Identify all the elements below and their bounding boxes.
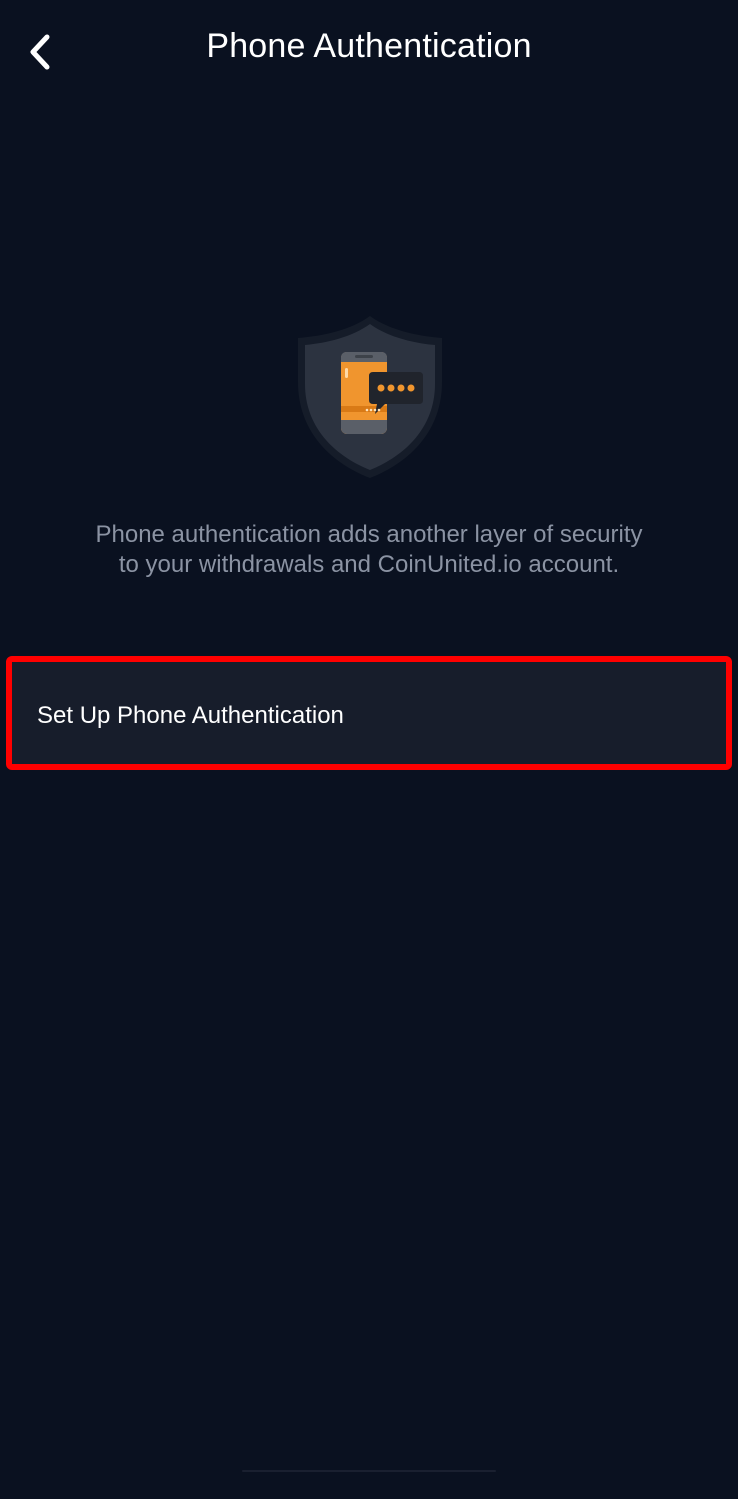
setup-phone-authentication-label: Set Up Phone Authentication: [37, 702, 344, 729]
top-bar: Phone Authentication: [0, 0, 738, 96]
shield-phone-message-icon: [289, 312, 451, 482]
setup-phone-authentication-button[interactable]: Set Up Phone Authentication: [6, 656, 732, 770]
home-indicator: [242, 1470, 496, 1472]
description-text: Phone authentication adds another layer …: [30, 520, 708, 580]
description-line-1: Phone authentication adds another layer …: [95, 521, 643, 548]
page-title: Phone Authentication: [206, 27, 532, 65]
description-line-2: to your withdrawals and CoinUnited.io ac…: [118, 551, 620, 578]
